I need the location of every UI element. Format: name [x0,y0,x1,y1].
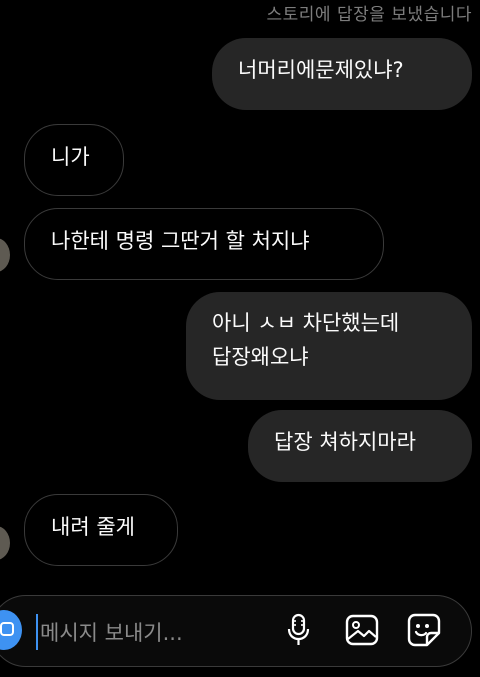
message-bubble-received: 내려 줄게 [24,494,178,566]
story-reply-note: 스토리에 답장을 보냈습니다 [266,5,472,25]
gallery-icon [344,614,380,652]
message-bubble-received: 니가 [24,124,124,196]
message-input[interactable]: 메시지 보내기... [40,617,183,647]
text-caret [36,614,38,650]
message-bubble-received: 나한테 명령 그딴거 할 처지냐 [24,208,384,280]
message-bubble-sent: 아니 ㅅㅂ 차단했는데 답장왜오냐 [186,292,472,400]
sticker-icon [406,613,442,652]
microphone-icon [282,613,318,652]
message-bubble-sent: 답장 쳐하지마라 [248,410,472,482]
sticker-button[interactable] [406,612,442,648]
gallery-button[interactable] [344,612,380,648]
microphone-button[interactable] [282,612,318,648]
avatar [0,526,10,560]
message-bubble-sent: 너머리에문제있냐? [212,38,472,110]
avatar [0,238,10,272]
